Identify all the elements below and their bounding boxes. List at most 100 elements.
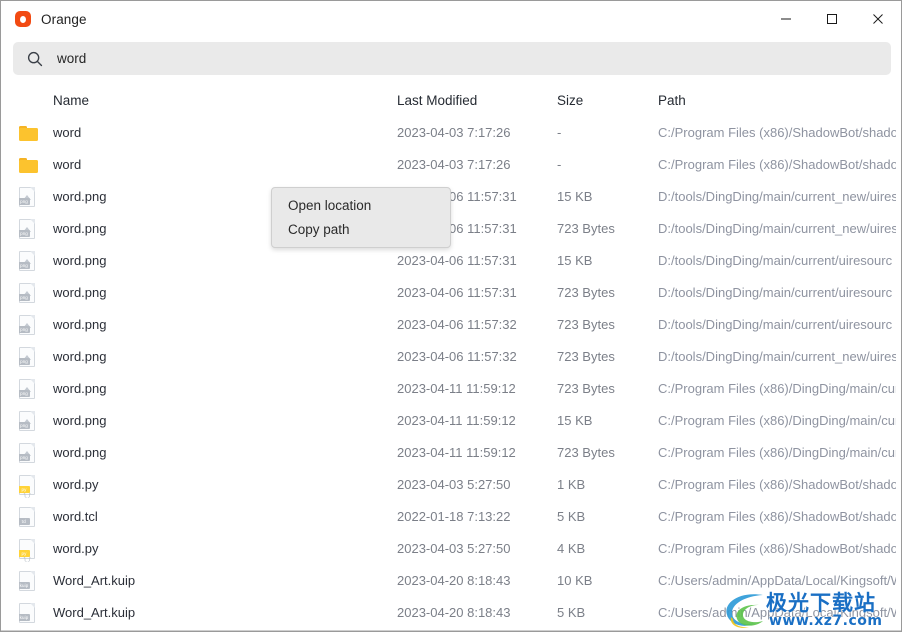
file-results-table: Name Last Modified Size Path word 2023-04… bbox=[1, 85, 901, 631]
table-row[interactable]: {} py word.py 2023-04-03 5:27:50 4 KB C:/Prog… bbox=[1, 533, 901, 565]
column-header-size[interactable]: Size bbox=[557, 85, 652, 117]
cell-size: 10 KB bbox=[557, 573, 593, 588]
cell-name[interactable]: word.png bbox=[53, 405, 383, 437]
search-input[interactable] bbox=[57, 51, 879, 66]
column-header-path[interactable]: Path bbox=[658, 85, 896, 117]
cell-name[interactable]: word.py bbox=[53, 533, 383, 565]
table-row[interactable]: kuip Word_Art.kuip 2023-04-20 8:18:43 5 KB C… bbox=[1, 597, 901, 629]
cell-last-modified: 2023-04-20 8:18:43 bbox=[397, 573, 511, 588]
cell-name[interactable]: word.py bbox=[53, 469, 383, 501]
png-file-icon: png bbox=[19, 315, 35, 335]
table-row[interactable]: {} py word.py 2023-04-03 5:27:50 1 KB C:/Prog… bbox=[1, 469, 901, 501]
file-type-icon: png bbox=[19, 213, 43, 245]
tcl-file-icon: tcl bbox=[19, 507, 35, 527]
cell-last-modified: 2023-04-03 5:27:50 bbox=[397, 477, 511, 492]
context-menu: Open location Copy path bbox=[271, 187, 451, 248]
table-row[interactable]: png word.png 2023-04-06 11:57:32 723 Bytes D… bbox=[1, 309, 901, 341]
file-type-icon: kuip bbox=[19, 597, 43, 629]
cell-last-modified: 2023-04-03 7:17:26 bbox=[397, 157, 511, 172]
application-window: Orange word Name Last Modified Size Path… bbox=[0, 0, 902, 632]
file-type-icon: png bbox=[19, 245, 43, 277]
table-row[interactable]: kuip Word_Art.kuip 2023-04-20 8:18:43 10 KB… bbox=[1, 565, 901, 597]
cell-name[interactable]: word.png bbox=[53, 373, 383, 405]
cell-size: 723 Bytes bbox=[557, 349, 615, 364]
cell-size: 4 KB bbox=[557, 541, 586, 556]
cell-path: C:/Users/admin/AppData/Local/Kingsoft/W bbox=[658, 605, 896, 620]
search-bar[interactable] bbox=[13, 42, 891, 75]
cell-name[interactable]: word bbox=[53, 117, 383, 149]
cell-size: 5 KB bbox=[557, 605, 586, 620]
file-type-icon: png bbox=[19, 437, 43, 469]
cell-name[interactable]: word.png bbox=[53, 341, 383, 373]
cell-path: D:/tools/DingDing/main/current_new/uires bbox=[658, 221, 896, 236]
cell-last-modified: 2023-04-03 7:17:26 bbox=[397, 125, 511, 140]
cell-size: 723 Bytes bbox=[557, 381, 615, 396]
kuip-file-icon: kuip bbox=[19, 603, 35, 623]
cell-name[interactable]: word.tcl bbox=[53, 501, 383, 533]
file-type-icon: png bbox=[19, 277, 43, 309]
minimize-button[interactable] bbox=[763, 1, 809, 37]
png-file-icon: png bbox=[19, 411, 35, 431]
cell-last-modified: 2023-04-06 11:57:32 bbox=[397, 349, 517, 364]
file-type-icon: png bbox=[19, 373, 43, 405]
cell-name[interactable]: word bbox=[53, 149, 383, 181]
cell-path: C:/Program Files (x86)/ShadowBot/shadow bbox=[658, 509, 896, 524]
png-file-icon: png bbox=[19, 443, 35, 463]
png-file-icon: png bbox=[19, 187, 35, 207]
cell-size: 5 KB bbox=[557, 509, 586, 524]
cell-name[interactable]: word.png bbox=[53, 309, 383, 341]
cell-name[interactable]: word.png bbox=[53, 437, 383, 469]
file-type-icon: png bbox=[19, 181, 43, 213]
cell-path: D:/tools/DingDing/main/current_new/uires bbox=[658, 189, 896, 204]
table-row[interactable]: word 2023-04-03 7:17:26 - C:/Program Files … bbox=[1, 149, 901, 181]
table-row[interactable]: word 2023-04-03 7:17:26 - C:/Program Files … bbox=[1, 117, 901, 149]
table-row[interactable]: png word.png 2023-04-11 11:59:12 15 KB C:/Pr… bbox=[1, 405, 901, 437]
window-controls bbox=[763, 1, 901, 37]
table-header-row: Name Last Modified Size Path bbox=[1, 85, 901, 117]
table-row[interactable]: png word.png 2023-04-06 11:57:31 723 Bytes D… bbox=[1, 213, 901, 245]
table-row[interactable]: png word.png 2023-04-11 11:59:12 723 Bytes C… bbox=[1, 373, 901, 405]
cell-last-modified: 2023-04-06 11:57:31 bbox=[397, 285, 517, 300]
png-file-icon: png bbox=[19, 347, 35, 367]
close-button[interactable] bbox=[855, 1, 901, 37]
search-icon bbox=[27, 51, 43, 66]
cell-name[interactable]: Word_Art.kuip bbox=[53, 565, 383, 597]
table-row[interactable]: png word.png 2023-04-11 11:59:12 723 Bytes C… bbox=[1, 437, 901, 469]
cell-name[interactable]: word.png bbox=[53, 277, 383, 309]
context-menu-item-copy-path[interactable]: Copy path bbox=[272, 218, 450, 242]
cell-path: C:/Program Files (x86)/DingDing/main/cur… bbox=[658, 381, 896, 396]
file-type-icon: kuip bbox=[19, 565, 43, 597]
table-row[interactable]: png word.png 2023-04-06 11:57:31 15 KB D:/to… bbox=[1, 181, 901, 213]
context-menu-item-open-location[interactable]: Open location bbox=[272, 194, 450, 218]
cell-path: D:/tools/DingDing/main/current_new/uires bbox=[658, 349, 896, 364]
kuip-file-icon: kuip bbox=[19, 571, 35, 591]
table-row[interactable]: png word.png 2023-04-06 11:57:31 15 KB D:/to… bbox=[1, 245, 901, 277]
maximize-button[interactable] bbox=[809, 1, 855, 37]
cell-path: C:/Program Files (x86)/ShadowBot/shadow bbox=[658, 125, 896, 140]
cell-size: 15 KB bbox=[557, 413, 593, 428]
cell-last-modified: 2023-04-11 11:59:12 bbox=[397, 413, 516, 428]
table-row[interactable]: png word.png 2023-04-06 11:57:31 723 Bytes D… bbox=[1, 277, 901, 309]
cell-size: 723 Bytes bbox=[557, 285, 615, 300]
cell-path: C:/Program Files (x86)/DingDing/main/cur… bbox=[658, 445, 896, 460]
cell-size: - bbox=[557, 157, 562, 172]
cell-name[interactable]: Word_Art.kuip bbox=[53, 597, 383, 629]
table-row[interactable]: png word.png 2023-04-06 11:57:32 723 Bytes D… bbox=[1, 341, 901, 373]
py-file-icon: {} py bbox=[19, 539, 35, 563]
cell-path: C:/Program Files (x86)/ShadowBot/shadow bbox=[658, 157, 896, 172]
cell-size: 15 KB bbox=[557, 189, 593, 204]
table-row[interactable]: tcl word.tcl 2022-01-18 7:13:22 5 KB C:/Prog… bbox=[1, 501, 901, 533]
orange-logo-icon bbox=[14, 10, 32, 28]
cell-path: C:/Users/admin/AppData/Local/Kingsoft/W bbox=[658, 573, 896, 588]
file-type-icon: png bbox=[19, 309, 43, 341]
cell-name[interactable]: word.png bbox=[53, 245, 383, 277]
column-header-name[interactable]: Name bbox=[53, 85, 383, 117]
maximize-icon bbox=[827, 14, 837, 24]
cell-path: D:/tools/DingDing/main/current/uiresourc bbox=[658, 317, 893, 332]
file-type-icon bbox=[19, 149, 43, 181]
title-bar: Orange bbox=[1, 1, 901, 37]
file-type-icon: tcl bbox=[19, 501, 43, 533]
column-header-last-modified[interactable]: Last Modified bbox=[397, 85, 552, 117]
cell-path: D:/tools/DingDing/main/current/uiresourc bbox=[658, 285, 893, 300]
py-file-icon: {} py bbox=[19, 475, 35, 499]
